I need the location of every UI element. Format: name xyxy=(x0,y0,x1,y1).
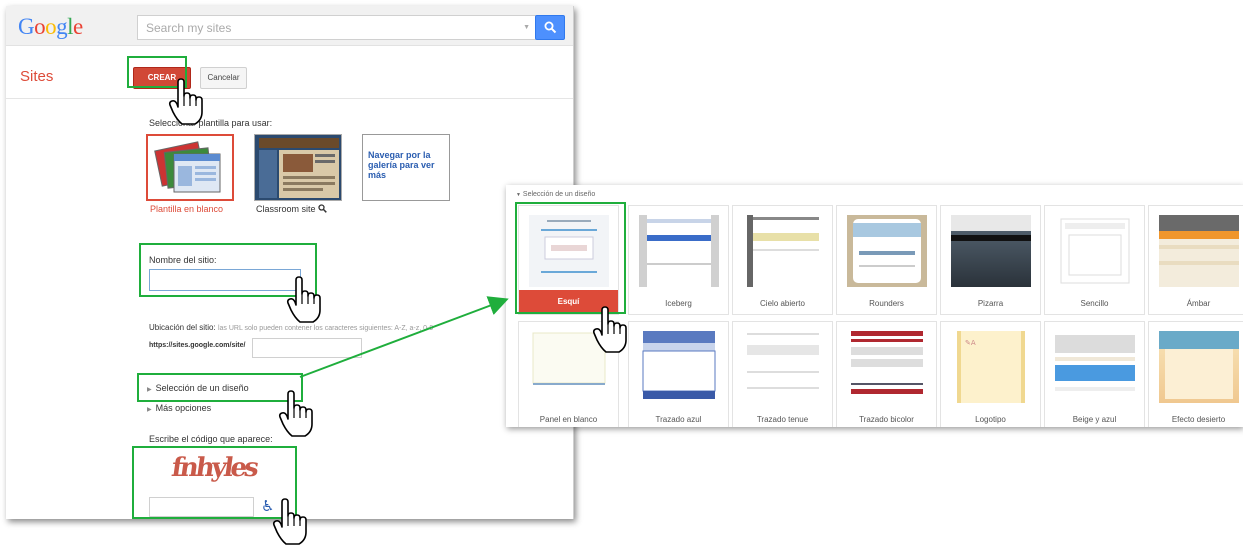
trazado-tenue-theme-preview-icon xyxy=(743,331,823,403)
theme-card-pizarra[interactable]: Pizarra xyxy=(940,205,1041,315)
theme-name: Beige y azul xyxy=(1072,415,1117,424)
location-label-text: Ubicación del sitio: xyxy=(149,323,216,332)
theme-name: Ámbar xyxy=(1186,299,1211,308)
theme-card-sencillo[interactable]: Sencillo xyxy=(1044,205,1145,315)
theme-name: Efecto desierto xyxy=(1171,415,1226,424)
site-location-label: Ubicación del sitio: las URL solo pueden… xyxy=(149,323,433,332)
theme-name: Trazado bicolor xyxy=(859,415,914,424)
hand-cursor-icon xyxy=(286,276,321,323)
template-classroom-thumbnail[interactable] xyxy=(254,134,342,201)
divider xyxy=(6,98,573,99)
blank-template-icon xyxy=(154,141,221,193)
search-placeholder: Search my sites xyxy=(146,21,232,35)
classroom-preview-icon xyxy=(255,135,341,200)
theme-name: Panel en blanco xyxy=(539,415,598,424)
sencillo-theme-preview-icon xyxy=(1055,215,1135,287)
google-logo[interactable]: Google xyxy=(18,14,83,40)
theme-card-beige-y-azul[interactable]: Beige y azul xyxy=(1044,321,1145,427)
highlight-selected-theme xyxy=(515,202,626,314)
theme-panel-title: ▼ Selección de un diseño xyxy=(516,191,595,198)
theme-name: Logotipo xyxy=(975,415,1006,424)
theme-card-ambar[interactable]: Ámbar xyxy=(1148,205,1243,315)
template-blank-thumbnail[interactable] xyxy=(146,134,234,201)
theme-card-trazado-tenue[interactable]: Trazado tenue xyxy=(732,321,833,427)
cielo-abierto-theme-preview-icon xyxy=(743,215,823,287)
cancel-button[interactable]: Cancelar xyxy=(200,67,247,89)
collapse-arrow-icon[interactable]: ▼ xyxy=(516,192,521,198)
logotipo-theme-preview-icon: ✎A xyxy=(951,331,1031,403)
captcha-label: Escribe el código que aparece: xyxy=(149,434,273,444)
template-classroom-label[interactable]: Classroom site xyxy=(256,204,327,214)
beige-y-azul-theme-preview-icon xyxy=(1055,331,1135,403)
search-input[interactable]: Search my sites ▼ xyxy=(137,15,536,40)
theme-card-logotipo[interactable]: ✎A Logotipo xyxy=(940,321,1041,427)
theme-name: Trazado tenue xyxy=(756,415,809,424)
hand-cursor-icon xyxy=(168,78,203,125)
theme-name: Pizarra xyxy=(977,299,1004,308)
theme-card-trazado-azul[interactable]: Trazado azul xyxy=(628,321,729,427)
more-options-label: Más opciones xyxy=(155,403,212,413)
theme-card-iceberg[interactable]: Iceberg xyxy=(628,205,729,315)
search-button[interactable] xyxy=(535,15,565,40)
theme-name: Iceberg xyxy=(665,299,692,308)
trazado-azul-theme-preview-icon xyxy=(639,331,719,403)
svg-text:✎A: ✎A xyxy=(965,339,976,347)
url-prefix: https://sites.google.com/site/ xyxy=(149,342,246,349)
template-classroom-name: Classroom site xyxy=(256,204,316,214)
hand-cursor-icon xyxy=(272,498,307,545)
site-url-input[interactable] xyxy=(252,338,362,358)
hand-cursor-icon xyxy=(592,306,627,353)
expand-arrow-icon: ▶ xyxy=(147,407,152,413)
dropdown-arrow-icon[interactable]: ▼ xyxy=(523,24,530,31)
theme-card-rounders[interactable]: Rounders xyxy=(836,205,937,315)
theme-card-efecto-desierto[interactable]: Efecto desierto xyxy=(1148,321,1243,427)
top-bar: Google Search my sites ▼ xyxy=(6,6,573,46)
iceberg-theme-preview-icon xyxy=(639,215,719,287)
theme-card-cielo-abierto[interactable]: Cielo abierto xyxy=(732,205,833,315)
theme-name: Cielo abierto xyxy=(760,299,805,308)
theme-card-trazado-bicolor[interactable]: Trazado bicolor xyxy=(836,321,937,427)
template-gallery-link[interactable]: Navegar por la galería para ver más xyxy=(362,134,450,201)
section-title: Sites xyxy=(20,68,54,85)
hand-cursor-icon xyxy=(278,390,313,437)
theme-name: Sencillo xyxy=(1080,299,1109,308)
magnifier-icon[interactable] xyxy=(318,204,327,213)
template-blank-label[interactable]: Plantilla en blanco xyxy=(150,204,223,214)
theme-name: Trazado azul xyxy=(655,415,702,424)
ambar-theme-preview-icon xyxy=(1159,215,1239,287)
efecto-desierto-theme-preview-icon xyxy=(1159,331,1239,403)
search-icon xyxy=(544,21,557,34)
theme-name: Rounders xyxy=(869,299,904,308)
location-hint-text: las URL solo pueden contener los caracte… xyxy=(217,325,434,332)
rounders-theme-preview-icon xyxy=(847,215,927,287)
trazado-bicolor-theme-preview-icon xyxy=(847,331,927,403)
more-options-toggle[interactable]: ▶ Más opciones xyxy=(147,403,211,413)
theme-panel-title-text: Selección de un diseño xyxy=(522,191,596,198)
pizarra-theme-preview-icon xyxy=(951,215,1031,287)
